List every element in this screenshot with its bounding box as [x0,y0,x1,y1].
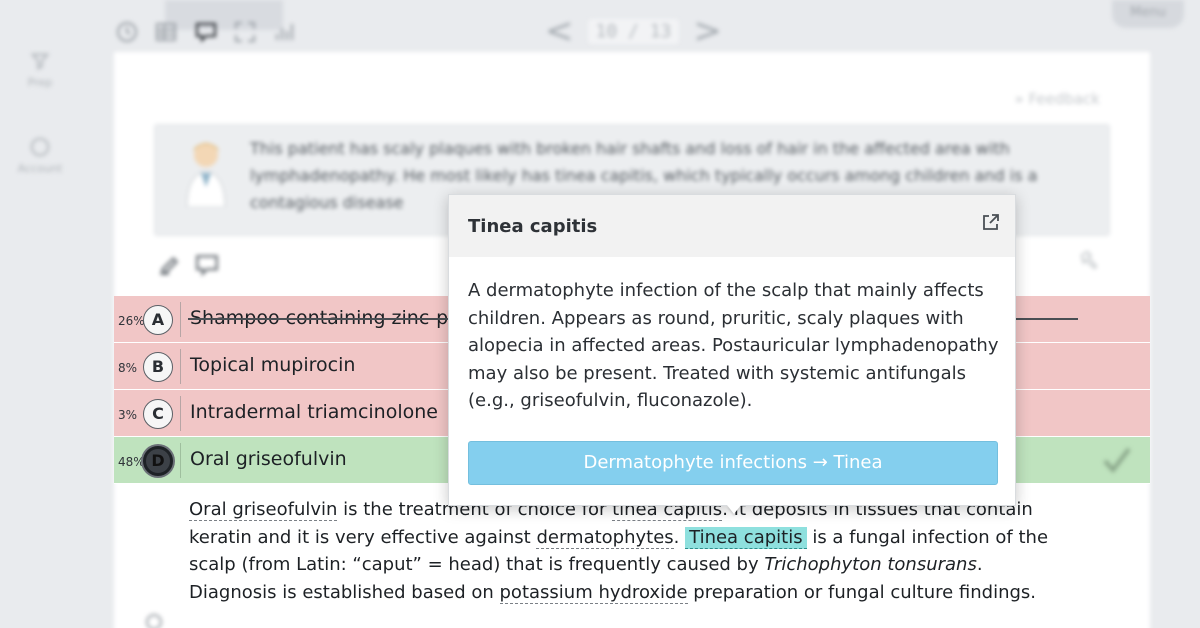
definition-popup: Tinea capitis A dermatophyte infection o… [448,194,1016,506]
checkmark-icon [1102,446,1132,474]
search-icon[interactable] [146,614,162,628]
divider [180,443,181,478]
nav-item-account[interactable]: Account [0,136,80,175]
nav-label-account: Account [17,162,63,175]
answer-letter-selected: D [143,446,173,476]
answer-percent: 26% [118,314,145,328]
answer-percent: 3% [118,408,138,422]
clock-icon[interactable] [114,20,140,44]
nav-item-prep[interactable]: Prep [0,50,80,89]
doctor-avatar-icon [181,137,231,208]
answer-letter: A [143,305,173,335]
article-link-button[interactable]: Dermatophyte infections → Tinea [468,441,998,485]
answer-percent: 48% [118,455,145,469]
divider [180,396,181,431]
answer-explanation: Oral griseofulvin is the treatment of ch… [189,496,1069,606]
answer-letter: B [143,352,173,382]
account-icon [29,136,51,158]
popup-pointer [727,505,741,514]
answer-percent: 8% [118,361,138,375]
answer-text: Topical mupirocin [190,354,356,376]
comment-icon[interactable] [193,20,219,44]
filter-icon [29,50,51,72]
popup-definition: A dermatophyte infection of the scalp th… [468,280,999,411]
previous-question-icon[interactable]: < [545,14,574,48]
page-total: 13 [649,20,672,42]
answer-text: Intradermal triamcinolone [190,401,438,423]
nav-label-prep: Prep [27,76,53,89]
answer-letter: C [143,399,173,429]
note-icon[interactable] [194,252,220,282]
next-question-icon[interactable]: > [693,14,722,48]
term-link[interactable]: potassium hydroxide [499,581,688,604]
top-toolbar: < 10 / 13 > Menu [0,0,1200,56]
term-link[interactable]: dermatophytes [536,526,674,549]
page-separator: / [628,20,639,42]
explanation-text: preparation or fungal culture findings. [687,581,1037,603]
menu-button[interactable]: Menu [1112,0,1184,28]
page-current: 10 [595,20,618,42]
highlighter-icon[interactable] [156,252,182,282]
popup-header: Tinea capitis [449,195,1015,257]
fullscreen-icon[interactable] [232,20,258,44]
stats-icon[interactable] [271,20,297,44]
highlighted-term[interactable]: Tinea capitis [685,526,807,549]
answer-text: Oral griseofulvin [190,448,347,470]
divider [180,349,181,384]
external-link-icon[interactable] [981,212,1001,232]
hammer-icon[interactable] [1078,248,1100,270]
organism-name: Trichophyton tonsurans [764,554,977,575]
popup-title: Tinea capitis [468,216,598,237]
active-tool-tab [165,0,283,30]
page-indicator[interactable]: 10 / 13 [587,18,680,44]
lab-values-icon[interactable] [153,20,179,44]
divider [180,302,181,337]
annotation-tools [156,252,220,282]
explanation-text: . [673,526,686,548]
question-pager: < 10 / 13 > [545,14,722,48]
term-link[interactable]: Oral griseofulvin [189,499,338,521]
feedback-link[interactable]: » Feedback [1015,90,1100,108]
